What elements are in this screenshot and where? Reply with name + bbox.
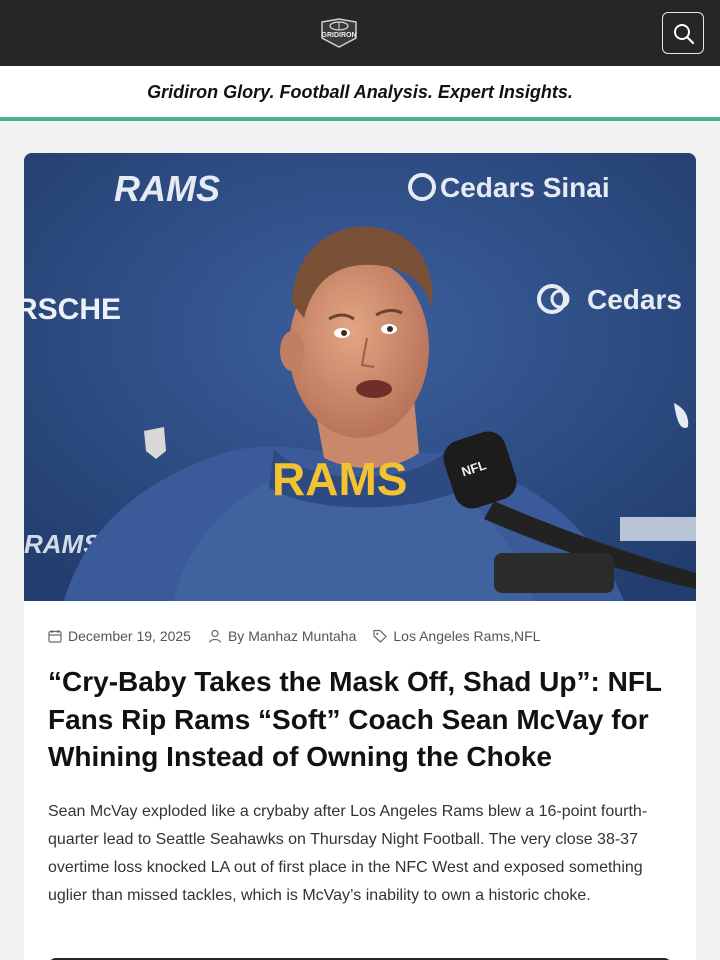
logo-text: GRIDIRON: [322, 32, 357, 39]
backdrop-logo-cedars-sinai: Cedars Sinai: [440, 172, 610, 203]
article-meta: December 19, 2025 By Manhaz Muntaha Los …: [48, 627, 557, 645]
meta-date-text: December 19, 2025: [68, 628, 191, 644]
article-featured-image[interactable]: RAMS Cedars Sinai RSCHE Cedars RAMS RAMS…: [24, 153, 696, 601]
article-card: RAMS Cedars Sinai RSCHE Cedars RAMS RAMS…: [24, 153, 696, 960]
site-logo[interactable]: GRIDIRON: [318, 18, 360, 48]
top-navbar: GRIDIRON: [0, 0, 720, 66]
meta-date[interactable]: December 19, 2025: [48, 628, 191, 644]
search-icon: [674, 24, 695, 45]
meta-author-text: By Manhaz Muntaha: [227, 628, 357, 644]
article-excerpt: Sean McVay exploded like a crybaby after…: [48, 803, 648, 904]
tag-icon: [373, 629, 387, 643]
site-tagline: Gridiron Glory. Football Analysis. Exper…: [147, 82, 573, 102]
meta-categories[interactable]: Los Angeles Rams,NFL: [373, 628, 540, 644]
press-conference-photo: RAMS Cedars Sinai RSCHE Cedars RAMS RAMS…: [24, 153, 696, 601]
backdrop-logo-sponsor: RSCHE: [24, 293, 121, 326]
article-title[interactable]: “Cry-Baby Takes the Mask Off, Shad Up”: …: [48, 663, 678, 776]
tagline-bar: Gridiron Glory. Football Analysis. Exper…: [0, 66, 720, 121]
search-button[interactable]: [662, 12, 704, 54]
user-icon: [208, 629, 222, 643]
logo-icon: GRIDIRON: [321, 18, 357, 48]
meta-author[interactable]: By Manhaz Muntaha: [208, 628, 356, 644]
meta-categories-text: Los Angeles Rams,NFL: [393, 628, 541, 644]
shirt-logo-text: RAMS: [272, 453, 407, 505]
calendar-icon: [48, 630, 62, 643]
backdrop-logo-cedars: Cedars: [587, 284, 682, 315]
backdrop-logo-rams: RAMS: [114, 168, 220, 209]
